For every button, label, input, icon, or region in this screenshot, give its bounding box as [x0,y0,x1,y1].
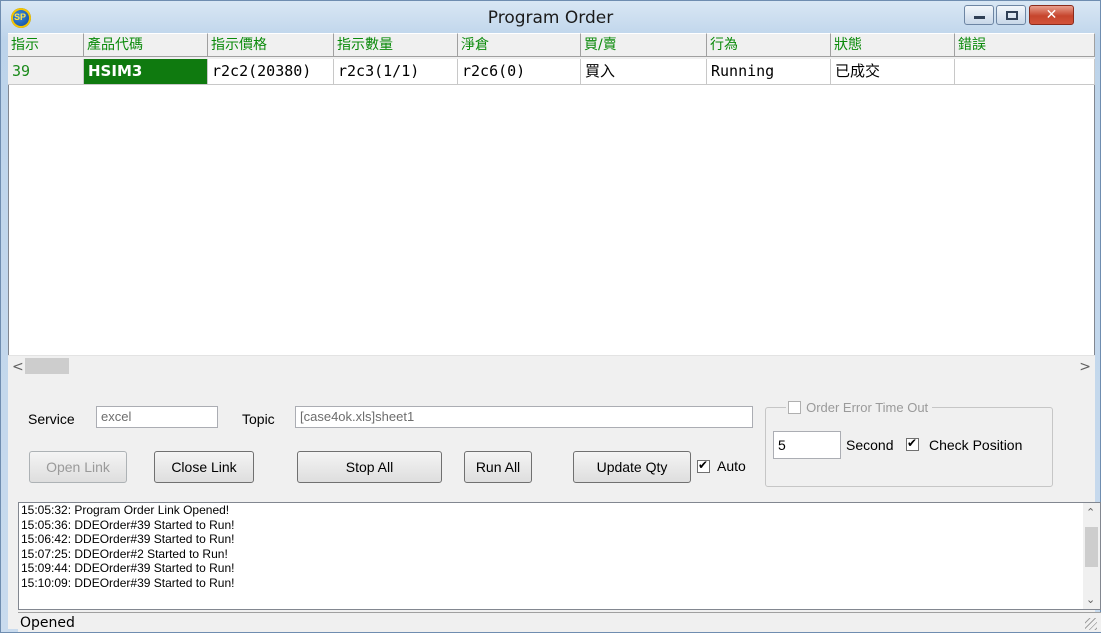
cell-buy-sell[interactable]: 買入 [581,59,707,85]
col-header-price[interactable]: 指示價格 [208,33,334,57]
run-all-button[interactable]: Run All [464,451,532,483]
update-qty-button[interactable]: Update Qty [573,451,691,483]
log-line: 15:10:09: DDEOrder#39 Started to Run! [21,575,235,590]
open-link-button[interactable]: Open Link [29,451,127,483]
grid-header-row: 指示 產品代碼 指示價格 指示數量 淨倉 買/賣 行為 狀態 錯誤 [8,33,1095,59]
log-line: 15:05:32: Program Order Link Opened! [21,503,230,517]
topic-input[interactable]: [case4ok.xls]sheet1 [295,406,753,428]
status-bar: Opened [18,612,1101,632]
error-timeout-checkbox[interactable] [788,401,801,414]
cell-net-position[interactable]: r2c6(0) [458,59,581,85]
status-text: Opened [20,615,75,631]
col-header-quantity[interactable]: 指示數量 [334,33,458,57]
log-vertical-scrollbar[interactable]: ⌃ ⌄ [1083,503,1100,609]
scroll-left-icon[interactable]: < [12,359,24,375]
close-link-button[interactable]: Close Link [154,451,254,483]
cell-status[interactable]: 已成交 [831,59,955,85]
close-icon: ✕ [1045,7,1058,23]
cell-quantity[interactable]: r2c3(1/1) [334,59,458,85]
log-line: 15:05:36: DDEOrder#39 Started to Run! [21,517,235,532]
log-line: 15:09:44: DDEOrder#39 Started to Run! [21,561,235,575]
check-position-checkbox[interactable] [906,436,919,451]
service-input[interactable]: excel [96,406,218,428]
auto-label: Auto [717,458,746,474]
order-grid[interactable] [8,59,1095,377]
auto-checkbox[interactable] [697,458,710,473]
seconds-label: Second [846,437,894,453]
grid-horizontal-scrollbar[interactable]: < > [8,355,1095,377]
scroll-up-icon[interactable]: ⌃ [1086,506,1095,519]
col-header-action[interactable]: 行為 [707,33,831,57]
title-bar[interactable]: SP Program Order ✕ [1,1,1100,33]
minimize-button[interactable] [964,5,994,25]
col-header-error[interactable]: 錯誤 [955,33,1095,57]
timeout-seconds-input[interactable]: 5 [773,431,841,459]
log-textarea[interactable]: 15:05:32: Program Order Link Opened! 15:… [18,502,1101,610]
cell-order-number[interactable]: 39 [8,59,84,85]
cell-error[interactable] [955,59,1095,85]
service-label: Service [28,411,75,427]
topic-label: Topic [242,411,275,427]
error-timeout-label: Order Error Time Out [806,400,929,415]
scroll-thumb[interactable] [25,358,69,374]
col-header-product-code[interactable]: 產品代碼 [84,33,208,57]
maximize-button[interactable] [996,5,1026,25]
log-scroll-thumb[interactable] [1085,527,1098,567]
cell-product-code[interactable]: HSIM3 [84,59,208,85]
col-header-status[interactable]: 狀態 [831,33,955,57]
stop-all-button[interactable]: Stop All [297,451,442,483]
scroll-right-icon[interactable]: > [1079,359,1091,375]
cell-action[interactable]: Running [707,59,831,85]
log-line: 15:07:25: DDEOrder#2 Started to Run! [21,546,228,561]
window-title: Program Order [487,8,614,28]
close-button[interactable]: ✕ [1029,5,1074,25]
col-header-order[interactable]: 指示 [8,33,84,57]
col-header-buy-sell[interactable]: 買/賣 [581,33,707,57]
table-row[interactable]: 39 HSIM3 r2c2(20380) r2c3(1/1) r2c6(0) 買… [8,59,1095,85]
resize-grip-icon[interactable] [1085,618,1097,630]
error-timeout-legend: Order Error Time Out [786,397,933,416]
log-line: 15:06:42: DDEOrder#39 Started to Run! [21,532,235,546]
check-position-label: Check Position [929,437,1023,453]
cell-price[interactable]: r2c2(20380) [208,59,334,85]
col-header-net-position[interactable]: 淨倉 [458,33,581,57]
scroll-down-icon[interactable]: ⌄ [1086,593,1095,606]
